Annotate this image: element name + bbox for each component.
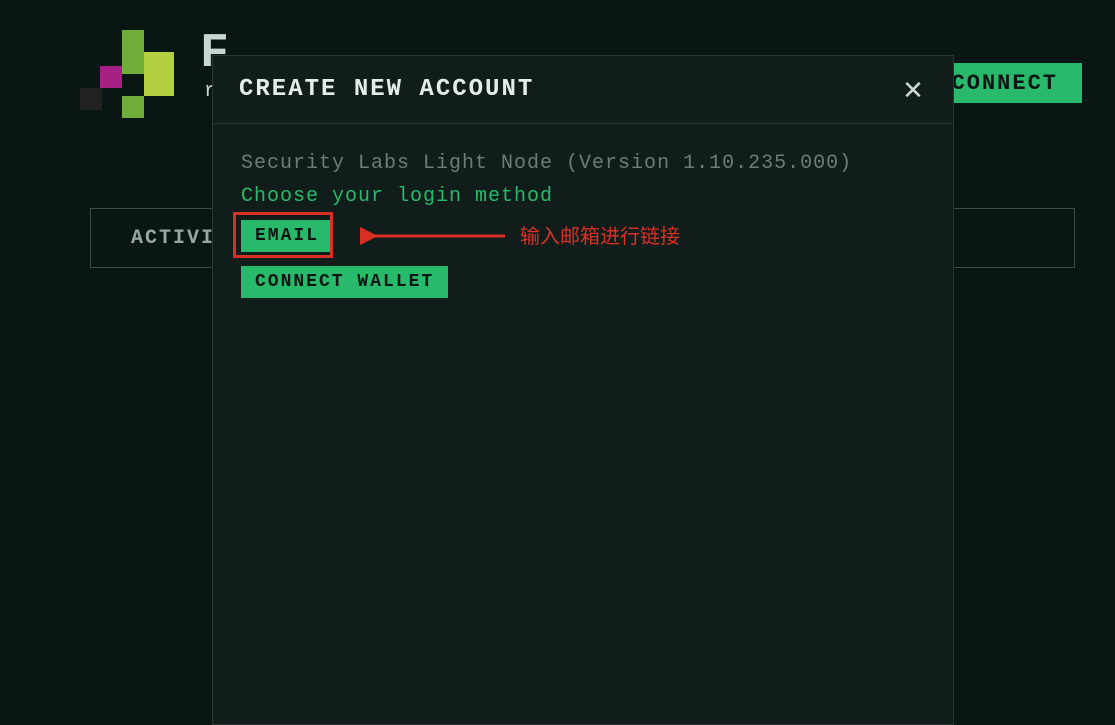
email-button[interactable]: EMAIL (241, 220, 333, 252)
create-account-modal: CREATE NEW ACCOUNT ✕ Security Labs Light… (212, 55, 954, 725)
connect-wallet-button[interactable]: CONNECT WALLET (241, 266, 448, 298)
version-text: Security Labs Light Node (Version 1.10.2… (241, 152, 925, 175)
connect-button-label: CONNECT (952, 71, 1058, 96)
email-button-label: EMAIL (255, 226, 319, 246)
modal-title: CREATE NEW ACCOUNT (239, 76, 534, 103)
choose-method-text: Choose your login method (241, 185, 925, 208)
connect-wallet-button-label: CONNECT WALLET (255, 272, 434, 292)
tab-activity-label: ACTIVI (131, 227, 215, 250)
app-logo (80, 30, 180, 130)
close-icon[interactable]: ✕ (899, 76, 927, 104)
